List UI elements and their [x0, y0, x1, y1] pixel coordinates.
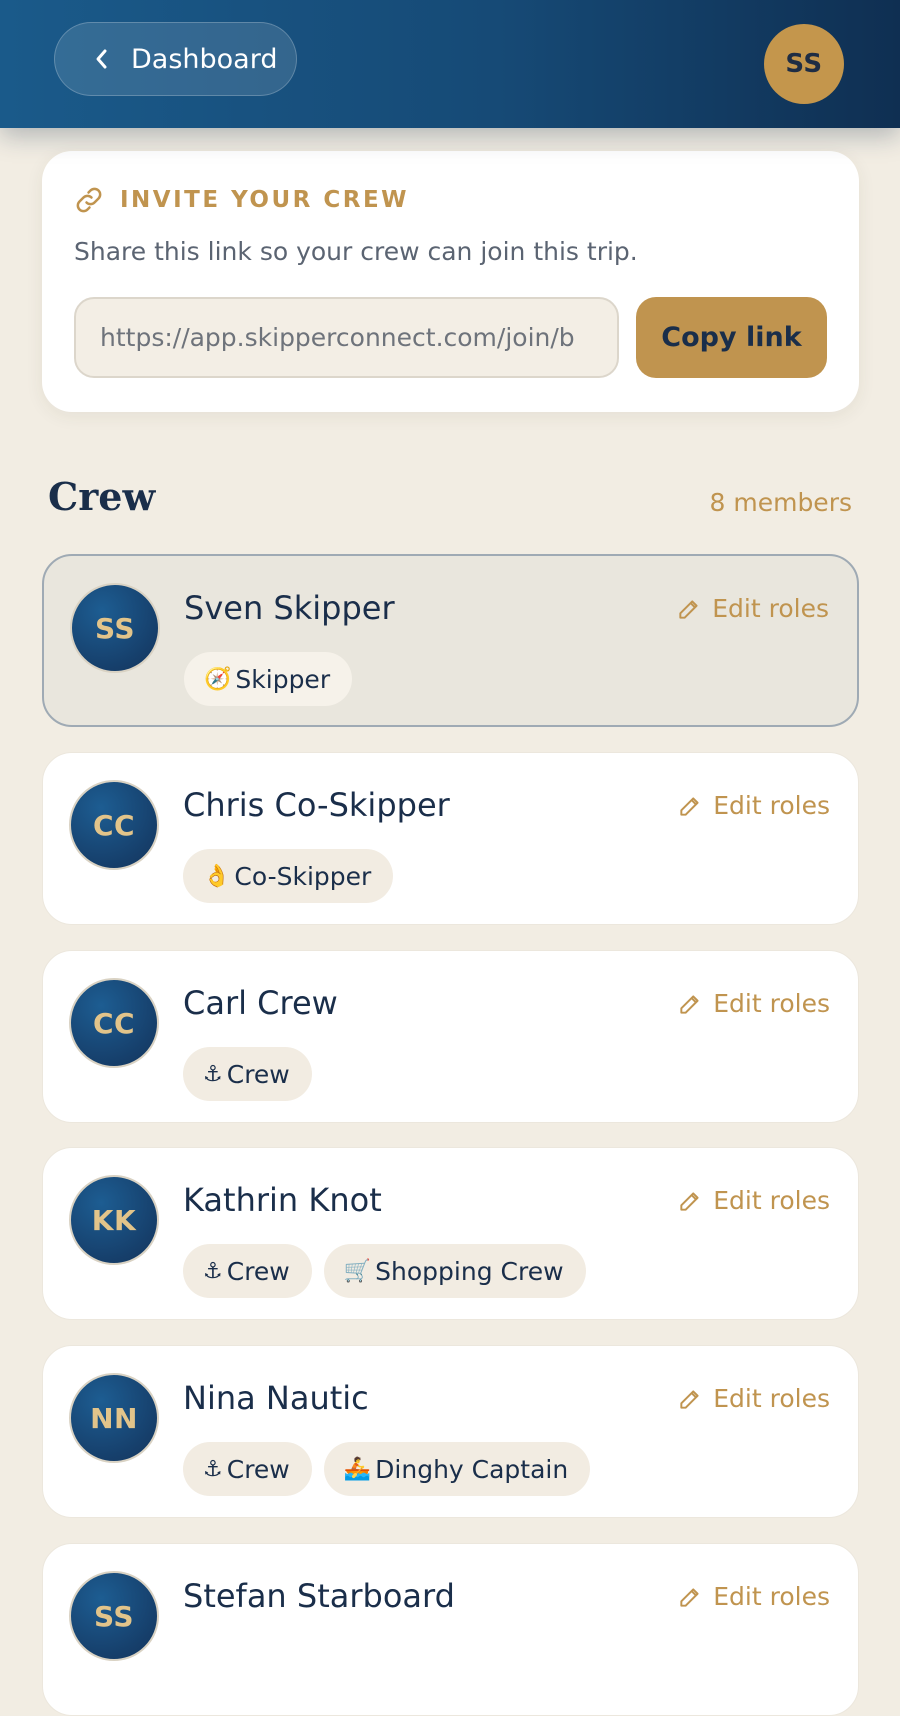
role-label: Crew	[226, 1454, 290, 1484]
role-label: Crew	[226, 1256, 290, 1286]
link-icon	[76, 187, 102, 213]
crew-member-card[interactable]: NN Nina Nautic Edit roles ⚓ Crew 🚣 Dinghy Capt…	[42, 1345, 859, 1518]
edit-roles-label: Edit roles	[713, 791, 830, 820]
back-button-label: Dashboard	[131, 43, 278, 75]
role-label: Shopping Crew	[375, 1256, 564, 1286]
pencil-icon	[680, 796, 699, 816]
role-emoji-icon: 🛒	[343, 1258, 372, 1284]
role-emoji-icon: ⚓	[203, 1258, 223, 1284]
member-roles: 🧭 Skipper	[184, 652, 353, 706]
crew-member-card[interactable]: CC Carl Crew Edit roles ⚓ Crew	[42, 950, 859, 1123]
crew-member-card[interactable]: KK Kathrin Knot Edit roles ⚓ Crew 🛒 Shopping C…	[42, 1147, 859, 1320]
role-chip: 👌 Co-Skipper	[183, 849, 394, 903]
chevron-left-icon	[96, 49, 107, 69]
member-roles: ⚓ Crew	[183, 1047, 312, 1101]
member-name: Chris Co-Skipper	[183, 786, 450, 824]
pencil-icon	[680, 994, 699, 1014]
crew-section-title: Crew	[48, 474, 156, 519]
edit-roles-label: Edit roles	[713, 1186, 830, 1215]
member-avatar: CC	[69, 780, 159, 870]
role-chip: 🧭 Skipper	[184, 652, 353, 706]
role-label: Dinghy Captain	[375, 1454, 569, 1484]
edit-roles-button[interactable]: Edit roles	[677, 1384, 830, 1413]
invite-heading: INVITE YOUR CREW	[74, 185, 409, 215]
member-name: Kathrin Knot	[183, 1181, 382, 1219]
edit-roles-button[interactable]: Edit roles	[677, 989, 830, 1018]
edit-roles-label: Edit roles	[713, 989, 830, 1018]
top-header: Dashboard SS	[0, 0, 900, 128]
role-chip: ⚓ Crew	[183, 1442, 312, 1496]
member-name: Sven Skipper	[184, 589, 395, 627]
role-chip: 🚣 Dinghy Captain	[323, 1442, 591, 1496]
pencil-icon	[680, 1587, 699, 1607]
role-emoji-icon: 👌	[203, 863, 231, 889]
role-emoji-icon: ⚓	[203, 1456, 223, 1482]
member-avatar: KK	[69, 1175, 159, 1265]
invite-subtitle: Share this link so your crew can join th…	[74, 237, 638, 266]
pencil-icon	[679, 599, 698, 619]
member-avatar: SS	[70, 583, 160, 673]
role-emoji-icon: 🚣	[343, 1456, 372, 1482]
invite-card: INVITE YOUR CREW Share this link so your…	[42, 151, 859, 412]
role-label: Co-Skipper	[234, 861, 372, 891]
edit-roles-label: Edit roles	[713, 1582, 830, 1611]
member-avatar: SS	[69, 1571, 159, 1661]
user-avatar[interactable]: SS	[764, 24, 844, 104]
edit-roles-label: Edit roles	[713, 1384, 830, 1413]
invite-link-field[interactable]: https://app.skipperconnect.com/join/b	[74, 297, 619, 378]
member-name: Stefan Starboard	[183, 1577, 455, 1615]
copy-link-button[interactable]: Copy link	[636, 297, 827, 378]
invite-title: INVITE YOUR CREW	[120, 187, 410, 213]
role-chip: ⚓ Crew	[183, 1047, 312, 1101]
pencil-icon	[680, 1389, 699, 1409]
crew-member-card[interactable]: SS Sven Skipper Edit roles 🧭 Skipper	[42, 554, 859, 727]
role-label: Skipper	[235, 664, 331, 694]
pencil-icon	[680, 1191, 699, 1211]
role-chip: ⚓ Crew	[183, 1244, 312, 1298]
crew-member-count: 8 members	[709, 488, 853, 517]
crew-member-card[interactable]: CC Chris Co-Skipper Edit roles 👌 Co-Skipper	[42, 752, 859, 925]
edit-roles-button[interactable]: Edit roles	[677, 1186, 830, 1215]
member-roles: ⚓ Crew 🛒 Shopping Crew	[183, 1244, 586, 1298]
member-avatar: NN	[69, 1373, 159, 1463]
crew-member-card[interactable]: SS Stefan Starboard Edit roles	[42, 1543, 859, 1716]
role-label: Crew	[226, 1059, 290, 1089]
back-to-dashboard-button[interactable]: Dashboard	[54, 22, 297, 96]
member-name: Carl Crew	[183, 984, 338, 1022]
edit-roles-button[interactable]: Edit roles	[677, 1582, 830, 1611]
role-chip: 🛒 Shopping Crew	[323, 1244, 586, 1298]
member-avatar: CC	[69, 978, 159, 1068]
edit-roles-button[interactable]: Edit roles	[677, 791, 830, 820]
role-emoji-icon: 🧭	[204, 666, 232, 692]
member-roles: 👌 Co-Skipper	[183, 849, 394, 903]
member-name: Nina Nautic	[183, 1379, 369, 1417]
member-roles: ⚓ Crew 🚣 Dinghy Captain	[183, 1442, 591, 1496]
edit-roles-label: Edit roles	[712, 594, 829, 623]
edit-roles-button[interactable]: Edit roles	[676, 594, 829, 623]
role-emoji-icon: ⚓	[203, 1061, 223, 1087]
